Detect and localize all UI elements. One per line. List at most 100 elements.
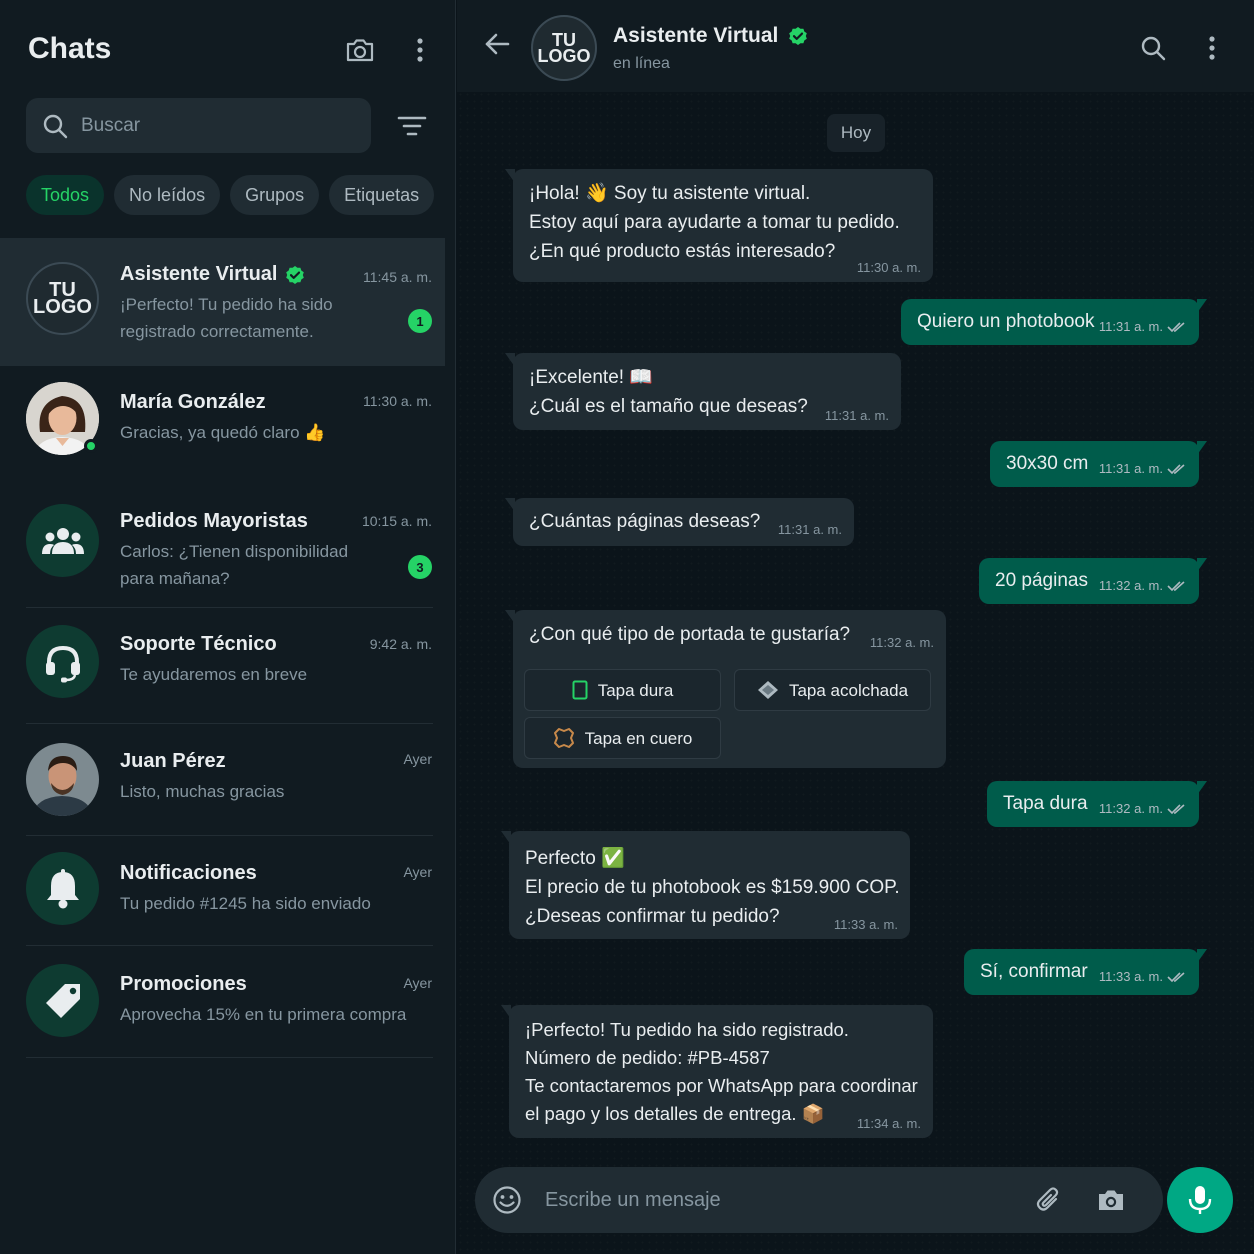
emoji-icon[interactable] (489, 1182, 525, 1218)
bubble-tail (1197, 558, 1207, 572)
chat-item-promociones[interactable]: Promociones Ayer Aprovecha 15% en tu pri… (0, 946, 445, 1058)
message-time-text: 11:31 a. m. (1098, 461, 1163, 476)
chat-item-juan-perez[interactable]: Juan Pérez Ayer Listo, muchas gracias (0, 724, 445, 836)
contact-avatar[interactable]: TU LOGO (531, 15, 597, 81)
contact-name-text: Asistente Virtual (613, 24, 779, 47)
search-icon[interactable] (1135, 30, 1171, 66)
chat-item-soporte-tecnico[interactable]: Soporte Técnico 9:42 a. m. Te ayudaremos… (0, 608, 445, 724)
message-time: 11:34 a. m. (857, 1117, 921, 1131)
chat-item-notificaciones[interactable]: Notificaciones Ayer Tu pedido #1245 ha s… (0, 836, 445, 946)
chat-time: 10:15 a. m. (361, 513, 432, 529)
avatar (26, 625, 99, 698)
option-label: Tapa en cuero (584, 728, 693, 748)
double-check-icon (1167, 972, 1185, 983)
message-outgoing: Sí, confirmar 11:33 a. m. (964, 949, 1207, 995)
verified-icon (286, 265, 305, 284)
message-text: Te contactaremos por WhatsApp para coord… (525, 1075, 918, 1096)
headset-icon (45, 645, 80, 682)
menu-dots-icon[interactable] (402, 32, 438, 68)
message-input[interactable] (545, 1167, 1015, 1233)
message-time-text: 11:34 a. m. (856, 1116, 921, 1131)
message-text: Número de pedido: #PB-4587 (525, 1047, 770, 1068)
filter-groups[interactable]: Grupos (230, 175, 320, 215)
chat-item-asistente-virtual[interactable]: TU LOGO Asistente Virtual 11:45 a. m. ¡P… (0, 238, 445, 366)
filter-all[interactable]: Todos (26, 175, 105, 215)
bubble-tail (1197, 949, 1207, 963)
message-time: 11:31 a. m. (1099, 320, 1187, 334)
avatar-logo-text: LOGO (537, 46, 591, 66)
chat-time: Ayer (403, 864, 432, 880)
avatar (26, 852, 99, 925)
filter-labels[interactable]: Etiquetas (329, 175, 435, 215)
message-time-text: 11:33 a. m. (833, 917, 898, 932)
unread-badge: 3 (408, 555, 432, 579)
chat-list: TU LOGO Asistente Virtual 11:45 a. m. ¡P… (0, 238, 445, 1058)
message-time: 11:33 a. m. (834, 918, 898, 932)
message-time: 11:32 a. m. (1099, 579, 1187, 593)
tag-icon (45, 983, 80, 1018)
bubble-tail (1197, 781, 1207, 795)
message-time: 11:33 a. m. (1099, 970, 1187, 984)
camera-icon[interactable] (1093, 1182, 1129, 1218)
chat-name: Soporte Técnico (120, 633, 277, 655)
unread-badge: 1 (408, 309, 432, 333)
paperclip-icon[interactable] (1031, 1182, 1067, 1218)
search-bar (26, 98, 371, 153)
message-incoming: ¿Cuántas páginas deseas? 11:31 a. m. (505, 498, 854, 546)
message-time: 11:31 a. m. (825, 409, 889, 423)
message-text: Estoy aquí para ayudarte a tomar tu pedi… (529, 212, 900, 233)
message-text: ¡Excelente! 📖 (529, 367, 653, 388)
double-check-icon (1167, 322, 1185, 333)
menu-dots-icon[interactable] (1194, 30, 1230, 66)
bubble-tail (505, 610, 515, 624)
message-incoming: ¡Excelente! 📖 ¿Cuál es el tamaño que des… (505, 353, 901, 430)
double-check-icon (1167, 464, 1185, 475)
chat-name: Pedidos Mayoristas (120, 510, 308, 532)
bubble-tail (1197, 299, 1207, 313)
chat-preview: Listo, muchas gracias (120, 782, 285, 801)
message-text: Perfecto ✅ (525, 848, 625, 869)
chat-name: Notificaciones (120, 862, 257, 884)
bubble-tail (505, 353, 515, 367)
message-time: 11:32 a. m. (1099, 802, 1187, 816)
option-tapa-acolchada-button[interactable]: Tapa acolchada (734, 669, 931, 711)
message-time-text: 11:31 a. m. (824, 408, 889, 423)
message-time-text: 11:30 a. m. (856, 260, 921, 275)
message-time: 11:31 a. m. (778, 523, 842, 537)
conversation-panel: TU LOGO Asistente Virtual en línea Hoy ¡… (457, 0, 1254, 1254)
double-check-icon (1167, 804, 1185, 815)
option-tapa-dura-button[interactable]: Tapa dura (524, 669, 721, 711)
filter-unread[interactable]: No leídos (114, 175, 221, 215)
message-time: 11:32 a. m. (870, 636, 934, 650)
chat-name-text: Asistente Virtual (120, 263, 278, 285)
page-title: Chats (28, 32, 112, 65)
search-icon (43, 114, 68, 139)
microphone-button[interactable] (1167, 1167, 1233, 1233)
message-time-text: 11:31 a. m. (1098, 319, 1163, 334)
chat-preview: Tu pedido #1245 ha sido enviado (120, 894, 371, 913)
chat-name: Promociones (120, 973, 247, 995)
filter-icon[interactable] (394, 108, 430, 144)
search-input[interactable] (81, 98, 361, 153)
camera-icon[interactable] (342, 32, 378, 68)
chat-time: 11:30 a. m. (362, 393, 432, 409)
chat-time: 11:45 a. m. (362, 269, 432, 285)
message-composer (475, 1167, 1163, 1233)
verified-icon (789, 27, 808, 45)
bubble-tail (505, 498, 515, 512)
online-indicator (84, 439, 98, 453)
message-time-text: 11:33 a. m. (1098, 969, 1163, 984)
back-arrow-icon[interactable] (483, 30, 511, 63)
avatar (26, 504, 99, 577)
chat-item-pedidos-mayoristas[interactable]: Pedidos Mayoristas 10:15 a. m. Carlos: ¿… (0, 484, 445, 608)
conversation-header: TU LOGO Asistente Virtual en línea (457, 0, 1254, 92)
message-time: 11:31 a. m. (1099, 462, 1187, 476)
chat-item-maria-gonzalez[interactable]: María González 11:30 a. m. Gracias, ya q… (0, 366, 445, 484)
cushion-icon (757, 681, 778, 699)
avatar (26, 743, 99, 816)
chat-name: Asistente Virtual (120, 263, 305, 286)
option-tapa-cuero-button[interactable]: Tapa en cuero (524, 717, 721, 759)
bubble-tail (501, 1005, 511, 1019)
bubble-tail (505, 169, 515, 183)
contact-name[interactable]: Asistente Virtual (613, 24, 808, 48)
